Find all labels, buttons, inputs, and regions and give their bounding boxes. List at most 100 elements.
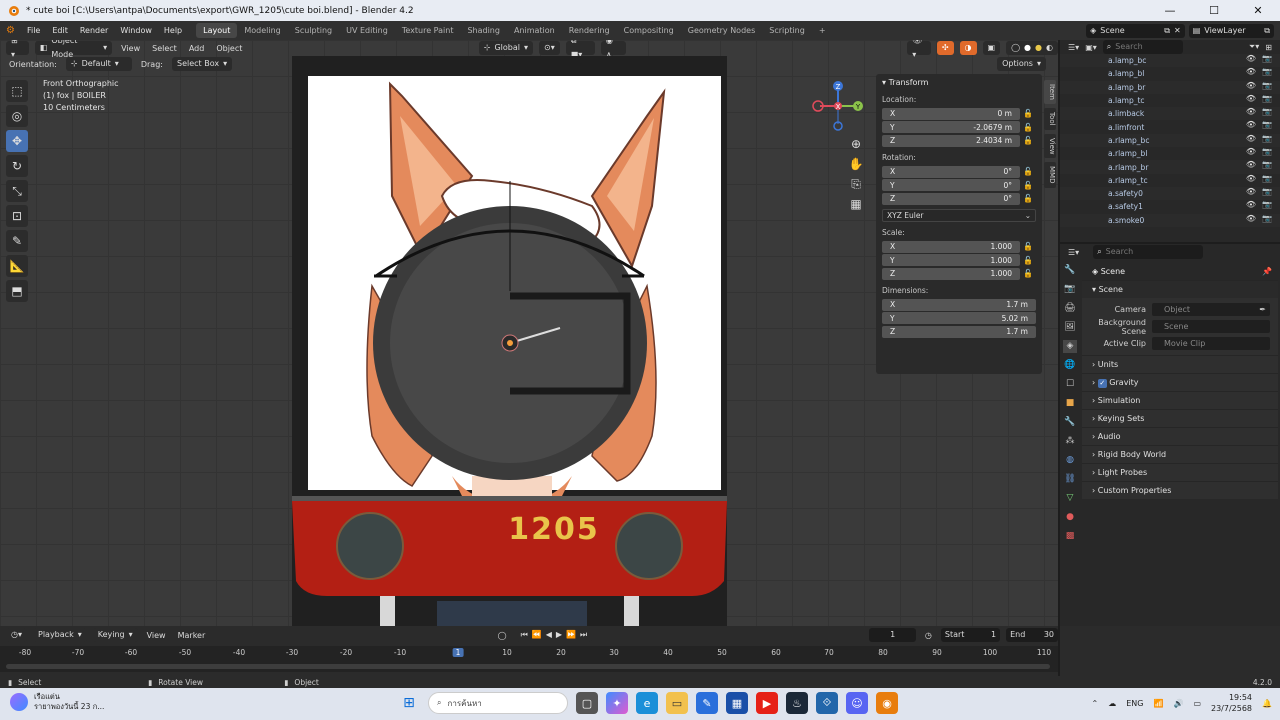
measure-tool-icon[interactable]: 📐 xyxy=(6,255,28,277)
lock-icon[interactable]: 🔓 xyxy=(1020,269,1036,278)
menu-select[interactable]: Select xyxy=(149,44,180,53)
camera-icon[interactable]: 📷 xyxy=(1262,67,1272,76)
current-frame-field[interactable]: 1 xyxy=(869,628,916,642)
tab-view[interactable]: View xyxy=(1044,133,1056,159)
pin-icon[interactable]: 📌 xyxy=(1262,264,1272,280)
end-frame-field[interactable]: End 30 xyxy=(1006,628,1058,642)
tab-geometry-nodes[interactable]: Geometry Nodes xyxy=(681,23,762,38)
list-item[interactable]: a.limfront 👁 📷 xyxy=(1060,120,1280,133)
maximize-icon[interactable]: ☐ xyxy=(1192,4,1236,17)
timeline-scrollbar[interactable] xyxy=(6,664,1050,669)
camera-icon[interactable]: 📷 xyxy=(1262,160,1272,169)
language-indicator[interactable]: ENG xyxy=(1126,699,1143,708)
location-x-field[interactable]: X 0 m xyxy=(882,107,1020,120)
transform-orientation[interactable]: ⊹ Global ▾ xyxy=(478,41,534,55)
steam-icon[interactable]: ♨ xyxy=(786,692,808,714)
youtube-icon[interactable]: ▶ xyxy=(756,692,778,714)
list-item[interactable]: a.rlamp_bl 👁 📷 xyxy=(1060,147,1280,160)
custom-properties-section[interactable]: › Custom Properties xyxy=(1082,481,1278,499)
list-item[interactable]: a.lamp_bc 👁 📷 xyxy=(1060,54,1280,68)
drag-dropdown[interactable]: Select Box ▾ xyxy=(171,57,233,71)
tab-shading[interactable]: Shading xyxy=(460,23,507,38)
tab-item[interactable]: Item xyxy=(1044,80,1056,104)
blender-taskbar-icon[interactable]: ◉ xyxy=(876,692,898,714)
keying-sets-section[interactable]: › Keying Sets xyxy=(1082,409,1278,427)
background-scene-field[interactable]: Scene xyxy=(1152,320,1270,333)
tab-modeling[interactable]: Modeling xyxy=(237,23,287,38)
output-tab-icon[interactable]: 🖨 xyxy=(1063,302,1077,315)
audio-section[interactable]: › Audio xyxy=(1082,427,1278,445)
rotation-y-field[interactable]: Y 0° xyxy=(882,179,1020,191)
scene-selector[interactable]: ◈ Scene ⧉ ✕ xyxy=(1086,23,1185,38)
dimensions-y-field[interactable]: Y 5.02 m xyxy=(882,312,1036,324)
list-item[interactable]: a.rlamp_tc 👁 📷 xyxy=(1060,174,1280,187)
windows-start-icon[interactable]: ⊞ xyxy=(398,692,420,714)
display-mode-icon[interactable]: ▣▾ xyxy=(1085,43,1097,52)
eye-icon[interactable]: 👁 xyxy=(1246,134,1256,143)
properties-search[interactable]: ⌕ Search xyxy=(1093,245,1204,259)
eye-icon[interactable]: 👁 xyxy=(1246,81,1256,90)
jump-start-icon[interactable]: ⏮ xyxy=(521,628,528,642)
scene-tab-icon[interactable]: ◈ xyxy=(1063,340,1077,353)
view-layer-selector[interactable]: ▤ ViewLayer ⧉ xyxy=(1188,23,1274,38)
eye-icon[interactable]: 👁 xyxy=(1246,187,1256,196)
collection-tab-icon[interactable]: ☐ xyxy=(1063,378,1077,391)
camera-icon[interactable]: 📷 xyxy=(1262,81,1272,90)
eye-icon[interactable]: 👁 xyxy=(1246,174,1256,183)
lock-icon[interactable]: 🔓 xyxy=(1020,123,1036,132)
onedrive-icon[interactable]: ☁ xyxy=(1108,699,1116,708)
pan-hand-icon[interactable]: ✋ xyxy=(848,156,864,172)
timeline-view-menu[interactable]: View xyxy=(144,631,169,640)
next-keyframe-icon[interactable]: ⏩ xyxy=(566,628,576,642)
physics-tab-icon[interactable]: ◍ xyxy=(1063,454,1077,467)
location-y-field[interactable]: Y -2.0679 m xyxy=(882,121,1020,133)
task-view-icon[interactable]: ▢ xyxy=(576,692,598,714)
tab-mmd[interactable]: MMD xyxy=(1044,162,1056,188)
navigation-gizmo[interactable]: Z Y X xyxy=(808,78,868,138)
camera-icon[interactable]: 📷 xyxy=(1262,174,1272,183)
world-tab-icon[interactable]: 🌐 xyxy=(1063,359,1077,372)
data-tab-icon[interactable]: ▽ xyxy=(1063,492,1077,505)
rotation-mode-dropdown[interactable]: XYZ Euler ⌄ xyxy=(882,209,1036,222)
copilot-icon[interactable]: ✦ xyxy=(606,692,628,714)
eye-icon[interactable]: 👁 xyxy=(1246,120,1256,129)
tab-tool[interactable]: Tool xyxy=(1044,107,1056,130)
editor-type-icon[interactable]: ⊞ ▾ xyxy=(6,40,29,59)
playback-menu[interactable]: Playback ▾ xyxy=(33,628,87,642)
menu-add[interactable]: Add xyxy=(186,44,208,53)
clock-icon[interactable]: ◷ xyxy=(922,631,935,640)
properties-editor-icon[interactable]: ☰▾ xyxy=(1068,248,1079,257)
new-collection-icon[interactable]: ⊞ xyxy=(1265,43,1272,52)
eye-icon[interactable]: 👁 xyxy=(1246,200,1256,209)
mode-selector[interactable]: ◧ Object Mode ▾ xyxy=(34,40,113,59)
modifier-tab-icon[interactable]: 🔧 xyxy=(1063,416,1077,429)
rigid-body-world-section[interactable]: › Rigid Body World xyxy=(1082,445,1278,463)
filter-icon[interactable]: ⏷▾ xyxy=(1249,42,1259,52)
tab-animation[interactable]: Animation xyxy=(507,23,562,38)
clock[interactable]: 19:54 23/7/2568 xyxy=(1211,692,1252,714)
store-icon[interactable]: ✎ xyxy=(696,692,718,714)
camera-icon[interactable]: 📷 xyxy=(1262,147,1272,156)
list-item[interactable]: a.lamp_tc 👁 📷 xyxy=(1060,94,1280,107)
marker-menu[interactable]: Marker xyxy=(175,631,209,640)
transform-panel-title[interactable]: ▾ Transform xyxy=(882,78,1036,87)
outliner-editor-icon[interactable]: ☰▾ xyxy=(1068,43,1079,52)
blender-menu-icon[interactable]: ⚙ xyxy=(0,25,21,36)
lock-icon[interactable]: 🔓 xyxy=(1020,167,1036,176)
simulation-section[interactable]: › Simulation xyxy=(1082,391,1278,409)
lock-icon[interactable]: 🔓 xyxy=(1020,194,1036,203)
rotation-z-field[interactable]: Z 0° xyxy=(882,192,1020,205)
lock-icon[interactable]: 🔓 xyxy=(1020,109,1036,118)
camera-icon[interactable]: 📷 xyxy=(1262,187,1272,196)
tab-compositing[interactable]: Compositing xyxy=(617,23,681,38)
lock-icon[interactable]: 🔓 xyxy=(1020,136,1036,145)
scene-panel-header[interactable]: ▾ Scene xyxy=(1082,280,1278,298)
list-item[interactable]: a.rlamp_bc 👁 📷 xyxy=(1060,133,1280,148)
camera-icon[interactable]: 📷 xyxy=(1262,107,1272,116)
visibility-icon[interactable]: 👁▾ xyxy=(907,40,931,59)
material-tab-icon[interactable]: ● xyxy=(1063,511,1077,524)
tab-rendering[interactable]: Rendering xyxy=(562,23,617,38)
zoom-icon[interactable]: ⊕ xyxy=(848,136,864,152)
rotate-tool-icon[interactable]: ↻ xyxy=(6,155,28,177)
snap-icon[interactable]: ⧉ ■▾ xyxy=(565,40,595,59)
